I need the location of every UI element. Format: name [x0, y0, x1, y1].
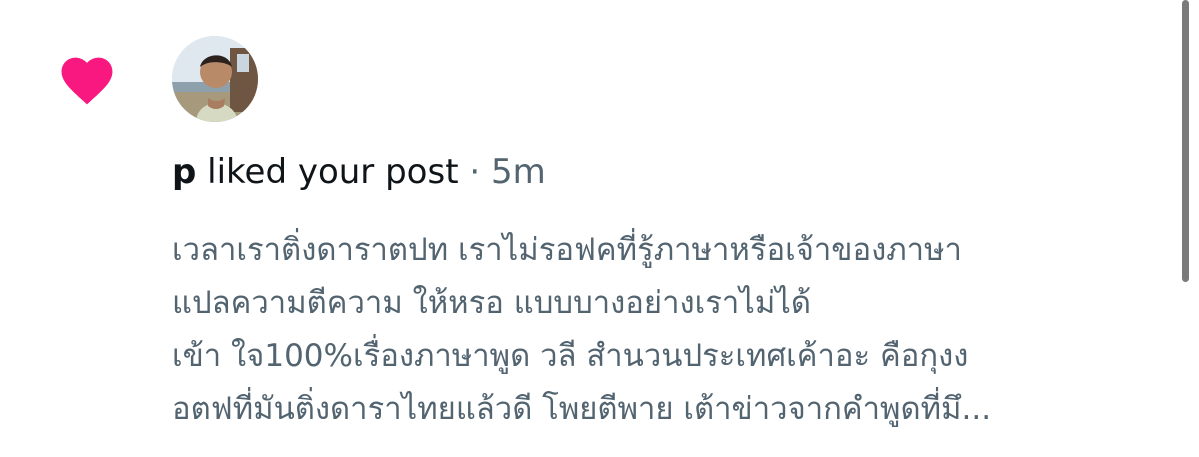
separator-dot: ·	[469, 152, 481, 192]
post-line-1: เวลาเราติ่งดาราตปท เราไม่รอฟคที่รู้ภาษาห…	[172, 232, 962, 268]
post-line-4: อตฟที่มันติ่งดาราไทยแล้วดี โพยตีพาย เต้า…	[172, 391, 992, 427]
heart-icon	[61, 57, 113, 105]
user-avatar[interactable]	[172, 36, 258, 122]
post-line-2: แปลความตีความ ให้หรอ แบบบางอย่างเราไม่ได…	[172, 285, 812, 321]
user-name[interactable]: p	[172, 152, 196, 192]
like-notification[interactable]: p liked your post · 5m เวลาเราติ่งดาราตป…	[0, 0, 1199, 457]
post-preview[interactable]: เวลาเราติ่งดาราตปท เราไม่รอฟคที่รู้ภาษาห…	[172, 224, 1172, 436]
post-line-3: เข้า ใจ100%เรื่องภาษาพูด วลี สำนวนประเทศ…	[172, 338, 969, 374]
avatar-image	[172, 36, 258, 122]
notification-headline: p liked your post · 5m	[172, 150, 546, 194]
vertical-scrollbar[interactable]	[1182, 0, 1189, 282]
timestamp[interactable]: 5m	[491, 152, 546, 192]
heart-shape	[61, 57, 113, 105]
notification-action: liked your post	[207, 152, 459, 192]
